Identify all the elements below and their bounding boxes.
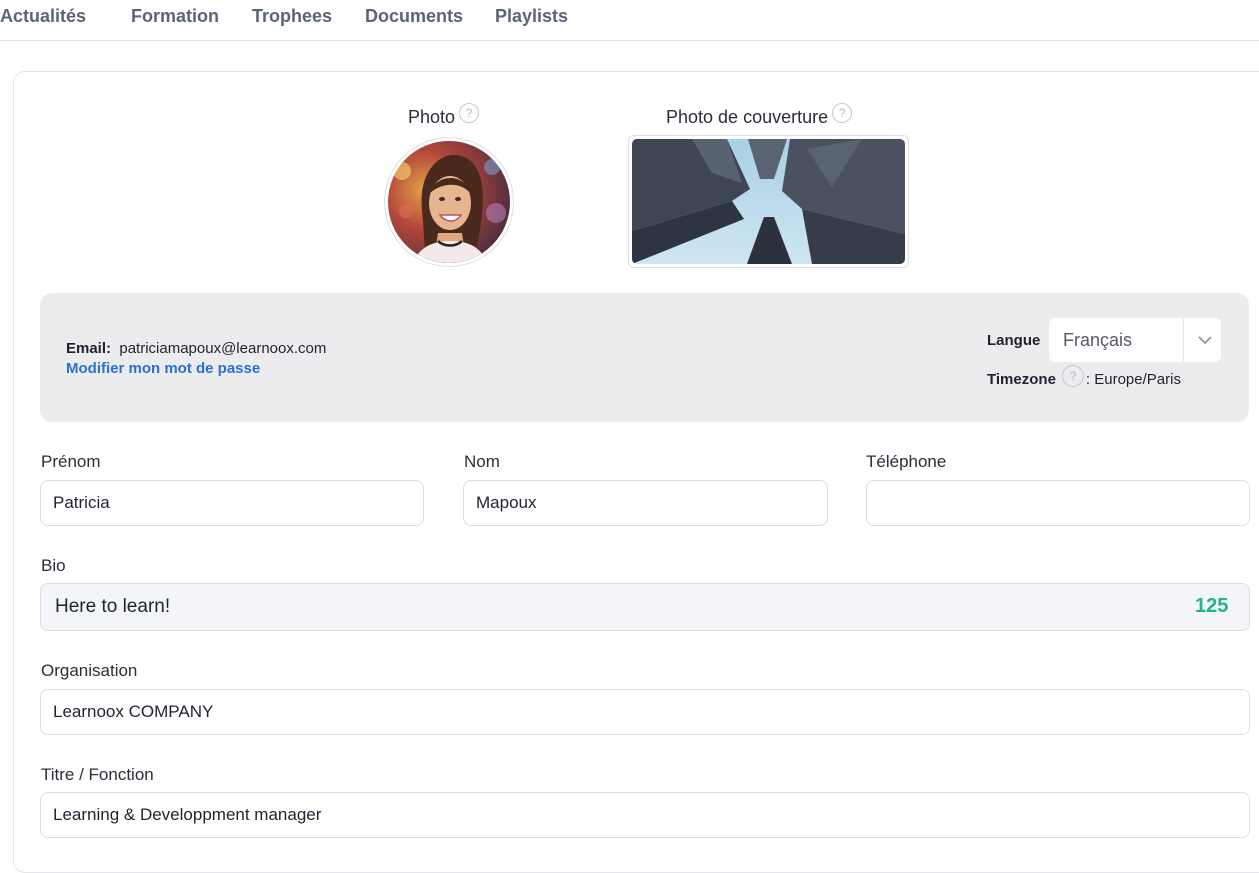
timezone-help-icon[interactable]: ? [1061,365,1084,387]
tab-trophees[interactable]: Trophees [252,6,332,27]
tab-playlists[interactable]: Playlists [495,6,568,27]
first-name-label: Prénom [41,452,101,471]
cover-image [632,139,905,264]
avatar-image [388,141,510,263]
change-password-link[interactable]: Modifier mon mot de passe [66,360,260,377]
timezone-row: Timezone?: Europe/Paris [987,365,1181,393]
tab-documents[interactable]: Documents [365,6,463,27]
last-name-label: Nom [464,452,500,471]
cover-label-row: Photo de couverture? [666,103,853,128]
bio-input[interactable] [40,583,1250,631]
cover-photo [632,139,905,264]
tab-formation[interactable]: Formation [131,6,219,27]
cover-help-icon[interactable]: ? [832,103,853,123]
organisation-input[interactable] [40,689,1250,735]
bio-label: Bio [41,556,66,575]
job-title-label: Titre / Fonction [41,765,154,784]
photo-help-icon[interactable]: ? [459,103,480,123]
cover-photo-label: Photo de couverture [666,107,829,127]
last-name-input[interactable] [463,480,828,526]
timezone-value: : Europe/Paris [1085,371,1181,388]
timezone-label: Timezone [987,371,1056,388]
language-label: Langue [987,332,1041,349]
phone-input[interactable] [866,480,1250,526]
account-panel: Email: patriciamapoux@learnoox.com Modif… [40,293,1249,422]
chevron-down-icon [1198,336,1212,345]
profile-tabs: Actualités Formation Trophees Documents … [0,0,1259,41]
language-select[interactable]: Français [1049,318,1221,362]
avatar [388,141,510,263]
photo-label: Photo [408,107,456,127]
email-label: Email: [66,340,112,357]
select-divider [1183,318,1184,362]
bio-char-counter: 125 [1195,595,1229,617]
email-row: Email: patriciamapoux@learnoox.com [66,340,326,357]
tab-actualites[interactable]: Actualités [0,6,86,27]
job-title-input[interactable] [40,792,1250,838]
first-name-input[interactable] [40,480,424,526]
organisation-label: Organisation [41,661,138,680]
language-value: Français [1063,330,1133,350]
cover-photo-upload[interactable] [628,135,909,268]
phone-label: Téléphone [866,452,947,471]
photo-label-row: Photo? [408,103,480,128]
avatar-upload[interactable] [384,137,514,267]
email-value: patriciamapoux@learnoox.com [119,340,327,357]
